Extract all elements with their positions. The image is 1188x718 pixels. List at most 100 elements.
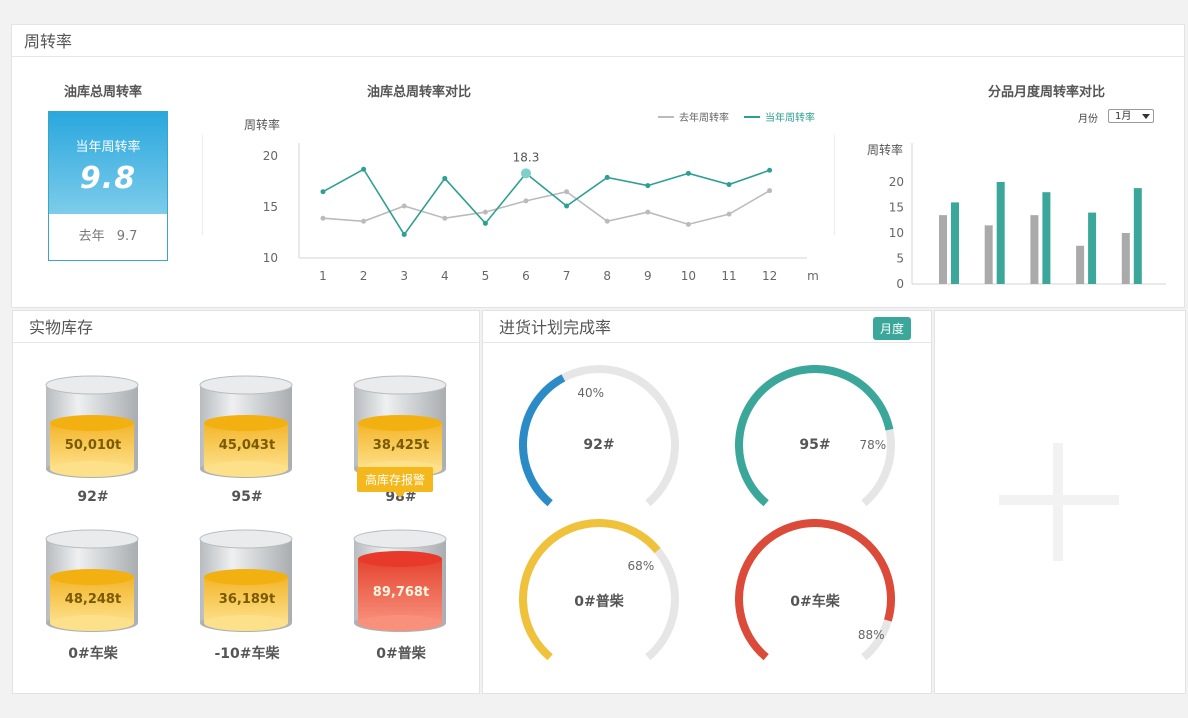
- data-point: [320, 189, 326, 195]
- y-tick-label: 20: [263, 149, 278, 163]
- data-point: [442, 175, 448, 181]
- data-point: [645, 183, 651, 189]
- turnover-panel: 周转率 油库总周转率 当年周转率 9.8 去年 9.7 油库总周转率对比 周转率…: [11, 24, 1185, 308]
- line-chart: 周转率1015201 2 3 4 5 6 7 8 9 10 11 12 m18.3去年周转率 当年周转率: [244, 111, 819, 283]
- tank-liquid-top: [358, 415, 442, 431]
- gauge-percent: 78%: [859, 437, 887, 452]
- gauge-1: [735, 365, 895, 507]
- tank-name: -10#车柴: [214, 646, 280, 662]
- x-tick-label: 11: [721, 269, 736, 283]
- stock-panel-title: 实物库存: [13, 311, 479, 343]
- data-point: [564, 189, 570, 195]
- gauge-name: 92#: [583, 437, 615, 453]
- kpi-current-value: 9.8: [79, 161, 137, 196]
- tank-5: 89,768t 0#普柴: [353, 529, 449, 662]
- bar: [1133, 188, 1142, 284]
- data-point: [361, 166, 367, 172]
- tank-lid: [353, 529, 447, 549]
- kpi-card: 当年周转率 9.8 去年 9.7: [48, 111, 168, 261]
- data-point: [523, 198, 529, 204]
- x-tick-label: 3: [400, 269, 408, 283]
- bar: [1076, 245, 1085, 284]
- tank-name: 0#普柴: [376, 646, 426, 662]
- y-tick-label: 10: [889, 226, 904, 240]
- tank-liquid-top: [358, 551, 442, 567]
- tank-name: 92#: [77, 489, 109, 505]
- data-point: [645, 209, 651, 215]
- data-point: [767, 188, 773, 194]
- kpi-current: 当年周转率 9.8: [49, 112, 167, 214]
- data-point: [726, 182, 732, 188]
- x-tick-label: 12: [762, 269, 777, 283]
- tank-liquid-bottom: [50, 615, 134, 631]
- stock-panel: 实物库存 50,010t92#45,043t95#38,425t98#48,24…: [12, 310, 480, 694]
- bar-chart: 周转率0510152092#95#98#0#-10#: [867, 142, 1166, 291]
- plan-panel: 进货计划完成率 月度 92# 40% 95# 78% 0#普柴 68% 0#车柴 88%: [482, 310, 932, 694]
- y-tick-label: 15: [889, 201, 904, 215]
- x-tick-label: 7: [563, 269, 571, 283]
- data-point: [482, 220, 488, 226]
- x-tick-label: 2: [360, 269, 368, 283]
- tank-graphic: [199, 529, 293, 632]
- y-axis-label: 周转率: [867, 142, 903, 157]
- tank-graphic: [45, 375, 139, 478]
- data-point: [604, 218, 610, 224]
- gauge-name: 0#车柴: [790, 594, 840, 610]
- tank-value: 50,010t: [64, 438, 122, 453]
- gauge-name: 0#普柴: [574, 594, 624, 610]
- tank-liquid-top: [204, 569, 288, 585]
- tank-liquid-top: [50, 569, 134, 585]
- data-point: [726, 211, 732, 217]
- data-point: [320, 215, 326, 221]
- turnover-panel-title: 周转率: [12, 25, 1184, 57]
- kpi-last-value: 9.7: [116, 229, 138, 244]
- tank-4: 36,189t -10#车柴: [199, 529, 295, 662]
- tank-liquid-top: [204, 415, 288, 431]
- plus-icon[interactable]: [999, 441, 1119, 561]
- y-tick-label: 15: [263, 200, 278, 214]
- data-point: [604, 174, 610, 180]
- tank-value: 45,043t: [218, 438, 276, 453]
- tank-name: 0#车柴: [68, 646, 118, 662]
- data-point: [361, 218, 367, 224]
- divider: [834, 135, 835, 235]
- tank-liquid-bottom: [204, 615, 288, 631]
- kpi-current-label: 当年周转率: [75, 140, 141, 155]
- line-chart-title: 油库总周转率对比: [367, 85, 472, 100]
- bar: [951, 202, 959, 284]
- tank-value: 36,189t: [218, 592, 276, 607]
- x-tick-label: 4: [441, 269, 449, 283]
- y-tick-label: 20: [889, 175, 904, 189]
- tank-graphic: [45, 529, 139, 632]
- tank-lid: [353, 375, 447, 395]
- tank-3: 48,248t 0#车柴: [45, 529, 141, 662]
- tank-value: 48,248t: [64, 592, 122, 607]
- tank-liquid-bottom: [358, 615, 442, 631]
- tank-1: 45,043t 95#: [199, 375, 295, 505]
- x-tick-label: 8: [603, 269, 611, 283]
- period-button[interactable]: 月度: [872, 317, 911, 340]
- empty-panel: [934, 310, 1186, 694]
- y-tick-label: 10: [263, 251, 278, 265]
- bar: [1121, 233, 1130, 284]
- tank-graphic: [199, 375, 293, 478]
- series-line-1: [322, 168, 770, 236]
- tank-value: 38,425t: [372, 438, 430, 453]
- tank-lid: [199, 375, 293, 395]
- highlight-point: [521, 168, 531, 179]
- bar: [1088, 212, 1097, 284]
- tank-graphic: [353, 529, 447, 632]
- bar: [1030, 215, 1039, 284]
- series-line-0: [322, 189, 771, 226]
- plan-panel-title: 进货计划完成率: [483, 311, 931, 343]
- legend-label: 去年周转率: [679, 111, 729, 124]
- gauge-2: [519, 519, 679, 661]
- tank-lid: [199, 529, 293, 549]
- x-tick-label: 10: [681, 269, 696, 283]
- gauge-percent: 40%: [577, 385, 604, 400]
- gauge-percent: 88%: [857, 628, 885, 643]
- data-point: [442, 215, 448, 221]
- kpi-last-label: 去年: [78, 229, 105, 244]
- tank-lid: [45, 375, 139, 395]
- data-point: [564, 203, 570, 209]
